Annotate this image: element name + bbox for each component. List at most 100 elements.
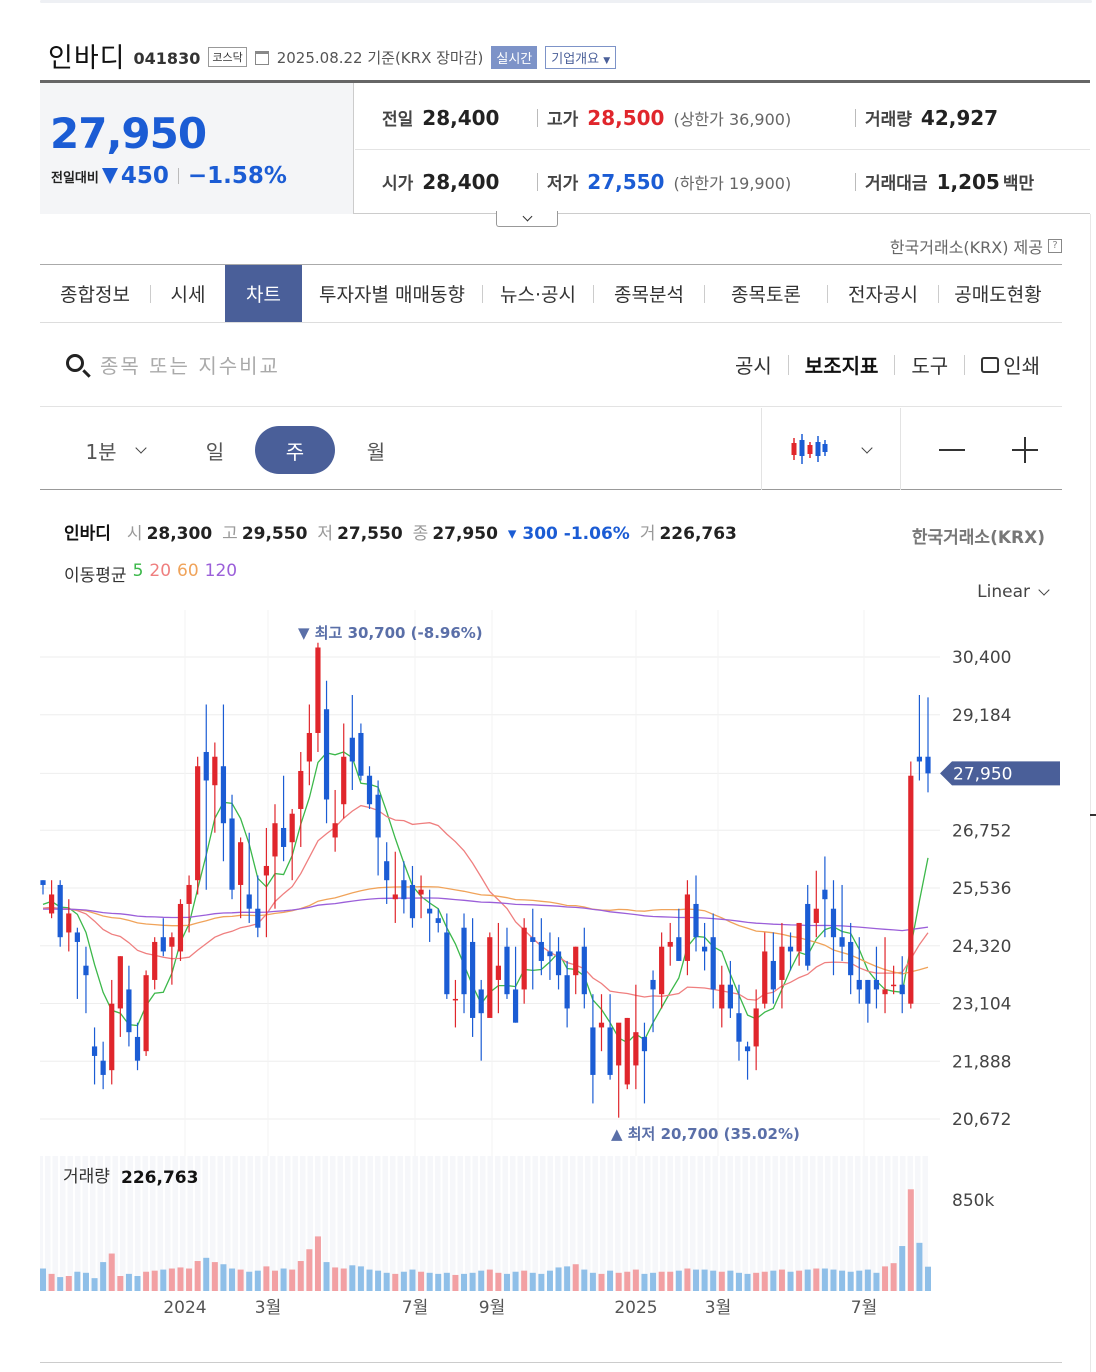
- volume-bar: [151, 1270, 158, 1291]
- volume-bar: [478, 1270, 485, 1291]
- volume-bar: [718, 1271, 725, 1291]
- period-minute-dropdown[interactable]: 1분: [70, 426, 160, 474]
- volume-bar: [882, 1266, 889, 1291]
- candle-body: [667, 941, 673, 947]
- prev-close-label: 전일: [382, 110, 414, 130]
- volume-bar: [589, 1272, 596, 1291]
- candle-body: [134, 1036, 141, 1061]
- candle-body: [152, 941, 158, 980]
- volume-bar: [572, 1264, 579, 1291]
- y-tick-label: 24,320: [952, 937, 1011, 957]
- candle-body: [349, 737, 355, 762]
- quote-panel: 27,950 전일대비 450 −1.58% 전일 28,400 고가 28,5…: [40, 80, 1090, 214]
- volume-bar: [675, 1270, 682, 1291]
- candle-body: [822, 889, 828, 900]
- candle-body: [693, 903, 699, 938]
- tab-news[interactable]: 뉴스·공시: [483, 265, 593, 322]
- tab-short-selling[interactable]: 공매도현황: [939, 265, 1057, 322]
- tab-overview[interactable]: 종합정보: [40, 265, 150, 322]
- volume-bar: [864, 1269, 871, 1291]
- candle-body: [873, 979, 880, 990]
- tool-divider: [964, 354, 966, 375]
- volume-bar: [847, 1271, 854, 1291]
- volume-bar: [74, 1271, 81, 1291]
- page-edge: [1090, 214, 1091, 1372]
- chart-type-dropdown[interactable]: [852, 426, 882, 474]
- indicator-button[interactable]: 보조지표: [805, 350, 879, 379]
- volume-bar: [916, 1242, 923, 1291]
- volume-bar: [297, 1261, 304, 1291]
- cell-divider: [855, 172, 856, 191]
- candle-body: [848, 941, 854, 976]
- volume-bar: [813, 1268, 820, 1291]
- scale-dropdown[interactable]: Linear: [977, 582, 1050, 602]
- period-week[interactable]: 주: [255, 426, 335, 474]
- candle-body: [298, 770, 304, 809]
- search-icon[interactable]: [66, 354, 84, 372]
- company-overview-button[interactable]: 기업개요 ▼: [545, 45, 617, 69]
- zoom-in-button[interactable]: [1005, 426, 1045, 474]
- compare-search-input[interactable]: 종목 또는 지수비교: [100, 350, 280, 379]
- drawing-tool-button[interactable]: 도구: [911, 350, 948, 379]
- candle-type-icon[interactable]: [790, 432, 828, 466]
- volume-bar: [503, 1273, 510, 1291]
- moving-average-legend[interactable]: 이동평균 5 20 60 120: [64, 561, 237, 586]
- tab-investor-trading[interactable]: 투자자별 매매동향: [302, 265, 482, 322]
- candle-body: [40, 880, 46, 885]
- candle-body: [899, 984, 905, 995]
- change-divider: [177, 168, 179, 184]
- volume-bar: [271, 1270, 278, 1291]
- cell-divider: [537, 108, 538, 127]
- minus-icon: [939, 449, 965, 451]
- volume-bar: [40, 1268, 46, 1291]
- ohlc-high-key: 고: [222, 524, 238, 544]
- expand-quote-button[interactable]: [496, 211, 558, 227]
- candle-body: [684, 894, 691, 961]
- print-button[interactable]: 인쇄: [981, 350, 1040, 379]
- candle-body: [306, 732, 312, 762]
- volume-bar: [684, 1268, 691, 1291]
- volume-bar: [134, 1276, 141, 1291]
- zoom-out-button[interactable]: [932, 426, 972, 474]
- volume-bar: [366, 1269, 373, 1291]
- volume-bar: [650, 1272, 657, 1291]
- x-tick-label: 2024: [163, 1298, 206, 1318]
- tab-analysis[interactable]: 종목분석: [594, 265, 704, 322]
- volume-bar: [203, 1257, 210, 1291]
- tab-disclosure[interactable]: 전자공시: [828, 265, 938, 322]
- volume-bar: [461, 1273, 468, 1291]
- help-icon[interactable]: ?: [1048, 239, 1062, 253]
- trade-amount-value: 1,205: [936, 170, 1000, 194]
- quote-details: 전일 28,400 고가 28,500 (상한가 36,900) 거래량 42,…: [355, 83, 1090, 214]
- candle-body: [787, 946, 794, 952]
- candle-body: [495, 965, 501, 980]
- y-tick-label: 23,104: [952, 995, 1011, 1015]
- candle-body: [573, 946, 579, 976]
- stock-name: 인바디: [48, 42, 126, 74]
- candle-body: [57, 884, 63, 938]
- candle-body: [83, 965, 89, 976]
- candle-body: [908, 775, 914, 1004]
- volume-bar: [753, 1272, 760, 1291]
- tab-chart[interactable]: 차트: [225, 265, 302, 322]
- candle-body: [487, 937, 493, 1018]
- period-month[interactable]: 월: [336, 426, 416, 474]
- volume-bar: [907, 1189, 914, 1291]
- period-day[interactable]: 일: [175, 426, 255, 474]
- notice-button[interactable]: 공시: [735, 350, 772, 379]
- candle-body: [719, 984, 725, 1009]
- realtime-button[interactable]: 실시간: [491, 45, 538, 69]
- price-chart[interactable]: 30,400 29,184 26,752 25,536 24,320 23,104 21,8…: [0, 610, 1096, 1330]
- volume-bar: [546, 1270, 553, 1291]
- volume-bar: [220, 1264, 227, 1291]
- day-high-label: 고가: [547, 110, 579, 130]
- candle-body: [856, 979, 862, 990]
- current-price: 27,950: [50, 109, 207, 158]
- prev-close: 전일 28,400: [382, 105, 499, 130]
- tab-discussion[interactable]: 종목토론: [705, 265, 827, 322]
- dropdown-caret-icon: ▼: [603, 55, 611, 66]
- tab-quotes[interactable]: 시세: [151, 265, 225, 322]
- volume-bar: [418, 1271, 425, 1291]
- change-label: 전일대비: [51, 170, 99, 186]
- candle-body: [891, 984, 897, 987]
